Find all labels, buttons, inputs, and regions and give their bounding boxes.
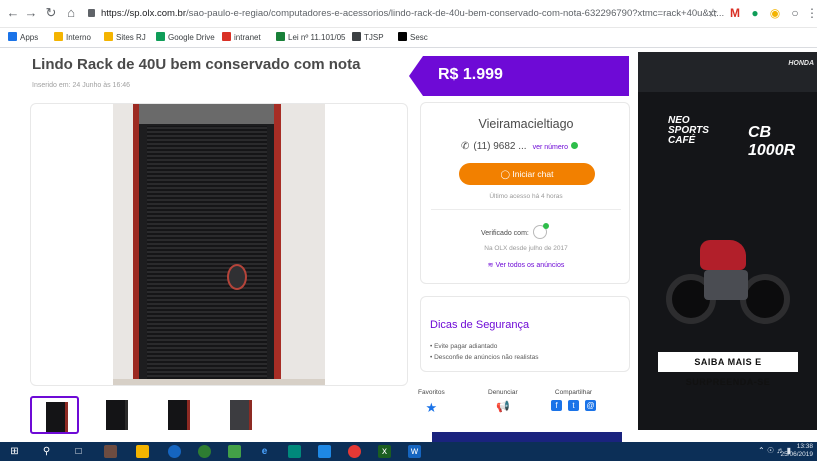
divider — [431, 209, 621, 210]
report-action[interactable]: Denunciar 📢 — [488, 389, 518, 413]
file-explorer-icon[interactable] — [136, 445, 149, 458]
address-bar[interactable]: https://sp.olx.com.br/sao-paulo-e-regiao… — [88, 4, 736, 24]
bookmark-google-drive[interactable]: Google Drive — [156, 32, 215, 44]
ad-model: CB 1000R — [748, 124, 796, 159]
bookmark-sesc[interactable]: Sesc — [398, 32, 428, 44]
browser-toolbar: ← → ↻ ⌂ https://sp.olx.com.br/sao-paulo-… — [0, 0, 817, 28]
share-action: Compartilhar f t @ — [548, 389, 599, 411]
bookmark-interno[interactable]: Interno — [54, 32, 91, 44]
member-since: Na OLX desde julho de 2017 — [484, 245, 568, 252]
reload-icon[interactable]: ↻ — [42, 4, 60, 22]
gmail-icon[interactable]: M — [728, 6, 742, 20]
seller-name[interactable]: Vieiramacieltiago — [421, 117, 631, 131]
url-path: /sao-paulo-e-regiao/computadores-e-acess… — [186, 8, 725, 19]
search-icon[interactable]: ⚲ — [40, 445, 53, 458]
apps-icon — [8, 32, 17, 41]
home-icon[interactable]: ⌂ — [62, 4, 80, 22]
back-icon[interactable]: ← — [4, 4, 22, 22]
app-icon[interactable] — [104, 445, 117, 458]
phone-icon: ✆ — [461, 141, 470, 152]
bookmarks-bar: Apps Interno Sites RJ Google Drive intra… — [0, 28, 817, 48]
document-icon — [276, 32, 285, 41]
bookmark-tjsp[interactable]: TJSP — [352, 32, 384, 44]
email-icon[interactable]: @ — [585, 400, 596, 411]
verified-with: Verificado com: — [481, 223, 549, 239]
seller-card: Vieiramacieltiago ✆ (11) 9682 ... ver núme… — [420, 102, 630, 284]
seller-phone: ✆ (11) 9682 ... ver número — [461, 141, 578, 152]
google-drive-icon — [156, 32, 165, 41]
megaphone-icon: 📢 — [495, 401, 510, 413]
thumbnail[interactable] — [30, 396, 79, 434]
bookmark-intranet[interactable]: intranet — [222, 32, 261, 44]
check-icon — [570, 142, 578, 149]
all-ads-link[interactable]: ≋ Ver todos os anúncios — [421, 261, 631, 269]
rack-image — [133, 104, 281, 385]
chat-icon: ◯ — [500, 169, 511, 179]
thumbnail[interactable] — [216, 396, 265, 434]
chrome-extension-icon[interactable]: ◉ — [768, 6, 782, 20]
safety-tips-card: Dicas de Segurança • Evite pagar adianta… — [420, 296, 630, 372]
bookmark-lei[interactable]: Lei nº 11.101/05 — [276, 32, 346, 44]
bookmark-star-icon[interactable]: ☆ — [706, 6, 720, 20]
scales-icon — [352, 32, 361, 41]
advertisement[interactable]: HONDA NEO SPORTS CAFÉ CB 1000R SAIBA MAI… — [638, 52, 817, 430]
ad-banner-partial[interactable] — [432, 432, 622, 442]
thumbnail[interactable] — [154, 396, 203, 434]
menu-icon[interactable]: ⋮ — [805, 6, 817, 20]
intranet-icon — [222, 32, 231, 41]
safety-tip: • Desconfie de anúncios não realistas — [430, 354, 539, 361]
folder-icon — [104, 32, 113, 41]
bookmark-sites-rj[interactable]: Sites RJ — [104, 32, 146, 44]
edge-icon[interactable]: e — [258, 445, 271, 458]
folder-icon — [54, 32, 63, 41]
main-photo[interactable] — [113, 104, 325, 385]
windows-taskbar: ⊞ ⚲ □ e x w ⌃ ☉ ♬ ▮ 13:38 25/06/2019 — [0, 442, 817, 461]
excel-icon[interactable]: x — [378, 445, 391, 458]
facebook-icon[interactable]: f — [551, 400, 562, 411]
phone-verified-icon — [532, 223, 549, 239]
listing-title: Lindo Rack de 40U bem conservado com not… — [32, 56, 361, 73]
last-access: Último acesso há 4 horas — [489, 193, 563, 200]
extension-circle-icon[interactable]: ○ — [788, 6, 802, 20]
lock-icon — [88, 9, 95, 17]
word-icon[interactable]: w — [408, 445, 421, 458]
windows-start-icon[interactable]: ⊞ — [8, 445, 21, 458]
honda-logo: HONDA — [788, 60, 814, 67]
motorcycle-image — [666, 212, 790, 332]
screen: ← → ↻ ⌂ https://sp.olx.com.br/sao-paulo-… — [0, 0, 817, 461]
safety-tips-title: Dicas de Segurança — [430, 319, 530, 331]
layers-icon: ≋ — [487, 262, 494, 269]
favorites-action[interactable]: Favoritos ★ — [418, 389, 445, 416]
photo-gallery[interactable] — [30, 103, 408, 386]
ad-tagline: NEO SPORTS CAFÉ — [668, 115, 709, 146]
safety-tip: • Evite pagar adiantado — [430, 343, 498, 350]
star-icon: ★ — [425, 400, 438, 415]
reveal-phone-link[interactable]: ver número — [533, 144, 568, 151]
price: R$ 1.999 — [438, 66, 503, 83]
task-view-icon[interactable]: □ — [72, 445, 85, 458]
ad-cta-button[interactable]: SAIBA MAIS E SURPREENDA-SE — [658, 352, 798, 387]
url-host: https://sp.olx.com.br — [101, 8, 187, 19]
app-icon[interactable] — [288, 445, 301, 458]
thumbnail[interactable] — [92, 396, 141, 434]
bookmark-apps[interactable]: Apps — [8, 32, 38, 44]
app-icon[interactable] — [228, 445, 241, 458]
chrome-icon[interactable] — [348, 445, 361, 458]
forward-icon[interactable]: → — [22, 4, 40, 22]
extension-icon[interactable]: ● — [748, 6, 762, 20]
sesc-icon — [398, 32, 407, 41]
clock[interactable]: 13:38 25/06/2019 — [780, 443, 813, 459]
start-chat-button[interactable]: ◯ Iniciar chat — [459, 163, 595, 185]
twitter-icon[interactable]: t — [568, 400, 579, 411]
app-icon[interactable] — [198, 445, 211, 458]
app-icon[interactable] — [168, 445, 181, 458]
app-icon[interactable] — [318, 445, 331, 458]
inserted-date: Inserido em: 24 Junho às 16:46 — [32, 82, 131, 89]
